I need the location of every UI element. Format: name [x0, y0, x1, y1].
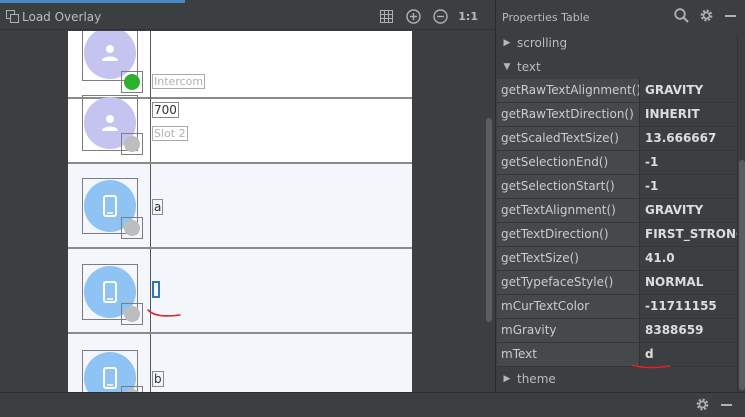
search-icon[interactable] [674, 8, 689, 23]
gear-icon[interactable] [695, 397, 710, 412]
property-name: mGravity [497, 319, 640, 342]
property-name: getSelectionEnd() [497, 151, 640, 174]
bottom-toolbar [0, 392, 745, 417]
expand-arrow-icon: ▶ [503, 374, 511, 384]
property-name: getTypefaceStyle() [497, 271, 640, 294]
properties-panel: Properties Table ▶ scrolling ▼ text getR… [497, 0, 745, 392]
row-subtitle: Slot 2 [152, 126, 188, 141]
preview-toolbar: Load Overlay 1:1 [0, 4, 496, 30]
zoom-out-icon[interactable] [431, 7, 449, 25]
property-value: GRAVITY [645, 83, 704, 97]
group-label: text [517, 60, 541, 74]
phone-icon [103, 195, 117, 217]
list-item[interactable]: b [68, 334, 412, 392]
load-overlay-label: Load Overlay [22, 9, 102, 24]
property-row[interactable]: mCurTextColor -11711155 [497, 295, 737, 319]
property-value: d [645, 347, 654, 361]
property-row[interactable]: getTextAlignment() GRAVITY [497, 199, 737, 223]
group-label: scrolling [517, 36, 568, 50]
minimize-icon[interactable] [724, 9, 737, 22]
property-row[interactable]: getTypefaceStyle() NORMAL [497, 271, 737, 295]
property-name: getSelectionStart() [497, 175, 640, 198]
person-icon [102, 115, 118, 131]
property-row[interactable]: getScaledTextSize() 13.666667 [497, 127, 737, 151]
properties-header: Properties Table [497, 4, 745, 30]
status-badge[interactable] [121, 217, 143, 239]
property-name: getRawTextAlignment() [497, 79, 640, 102]
hierarchy-viewer-window: Load Overlay 1:1 Intercom 700 Slot 2 a b… [0, 0, 745, 417]
property-row[interactable]: getRawTextDirection() INHERIT [497, 103, 737, 127]
minimize-icon[interactable] [720, 398, 733, 411]
properties-scrollbar-track[interactable] [737, 34, 745, 392]
property-value: 41.0 [645, 251, 675, 265]
list-item[interactable]: a [68, 164, 412, 249]
property-row[interactable]: mGravity 8388659 [497, 319, 737, 343]
property-name: getRawTextDirection() [497, 103, 640, 126]
property-name: getTextSize() [497, 247, 640, 270]
property-name: mCurTextColor [497, 295, 640, 318]
panel-title: Properties Table [502, 10, 590, 24]
property-name: getTextAlignment() [497, 199, 640, 222]
gear-icon[interactable] [699, 8, 714, 23]
group-label: theme [517, 372, 556, 386]
property-name: mText [497, 343, 640, 366]
status-badge[interactable] [121, 133, 143, 155]
row-title: a [152, 199, 164, 215]
property-row[interactable]: getTextSize() 41.0 [497, 247, 737, 271]
property-row[interactable]: getSelectionEnd() -1 [497, 151, 737, 175]
list-item[interactable] [68, 249, 412, 334]
group-text[interactable]: ▼ text [497, 55, 737, 79]
property-value: GRAVITY [645, 203, 704, 217]
device-screen-preview[interactable]: Intercom 700 Slot 2 a b [68, 31, 412, 392]
person-icon [102, 45, 118, 61]
active-tab-indicator [0, 0, 185, 3]
property-name: getTextDirection() [497, 223, 640, 246]
zoom-actual-size-button[interactable]: 1:1 [458, 10, 478, 23]
row-title: b [152, 371, 164, 387]
property-row[interactable]: mText d [497, 343, 737, 367]
row-title: 700 [152, 102, 179, 118]
grid-icon[interactable] [377, 7, 395, 25]
list-item[interactable]: 700 Slot 2 [68, 79, 412, 164]
load-overlay-icon [6, 10, 19, 23]
group-theme[interactable]: ▶ theme [497, 367, 737, 391]
property-value: 8388659 [645, 323, 704, 337]
preview-scrollbar[interactable] [486, 118, 492, 322]
status-badge[interactable] [121, 303, 143, 325]
property-row[interactable]: getTextDirection() FIRST_STRONG [497, 223, 737, 247]
property-name: getScaledTextSize() [497, 127, 640, 150]
properties-scrollbar-thumb[interactable] [739, 160, 745, 390]
phone-icon [103, 367, 117, 389]
property-value: FIRST_STRONG [645, 227, 737, 241]
property-value: -1 [645, 155, 659, 169]
group-scrolling[interactable]: ▶ scrolling [497, 31, 737, 55]
property-row[interactable]: getRawTextAlignment() GRAVITY [497, 79, 737, 103]
load-overlay-button[interactable]: Load Overlay [6, 10, 101, 24]
property-value: 13.666667 [645, 131, 717, 145]
property-value: INHERIT [645, 107, 700, 121]
property-value: -11711155 [645, 299, 717, 313]
zoom-in-icon[interactable] [404, 7, 422, 25]
property-row[interactable]: getSelectionStart() -1 [497, 175, 737, 199]
layout-preview-pane: Load Overlay 1:1 Intercom 700 Slot 2 a b [0, 0, 496, 392]
collapse-arrow-icon: ▼ [503, 62, 511, 72]
expand-arrow-icon: ▶ [503, 38, 511, 48]
property-value: NORMAL [645, 275, 704, 289]
property-value: -1 [645, 179, 659, 193]
phone-icon [103, 281, 117, 303]
selected-view-highlight[interactable] [152, 281, 160, 298]
